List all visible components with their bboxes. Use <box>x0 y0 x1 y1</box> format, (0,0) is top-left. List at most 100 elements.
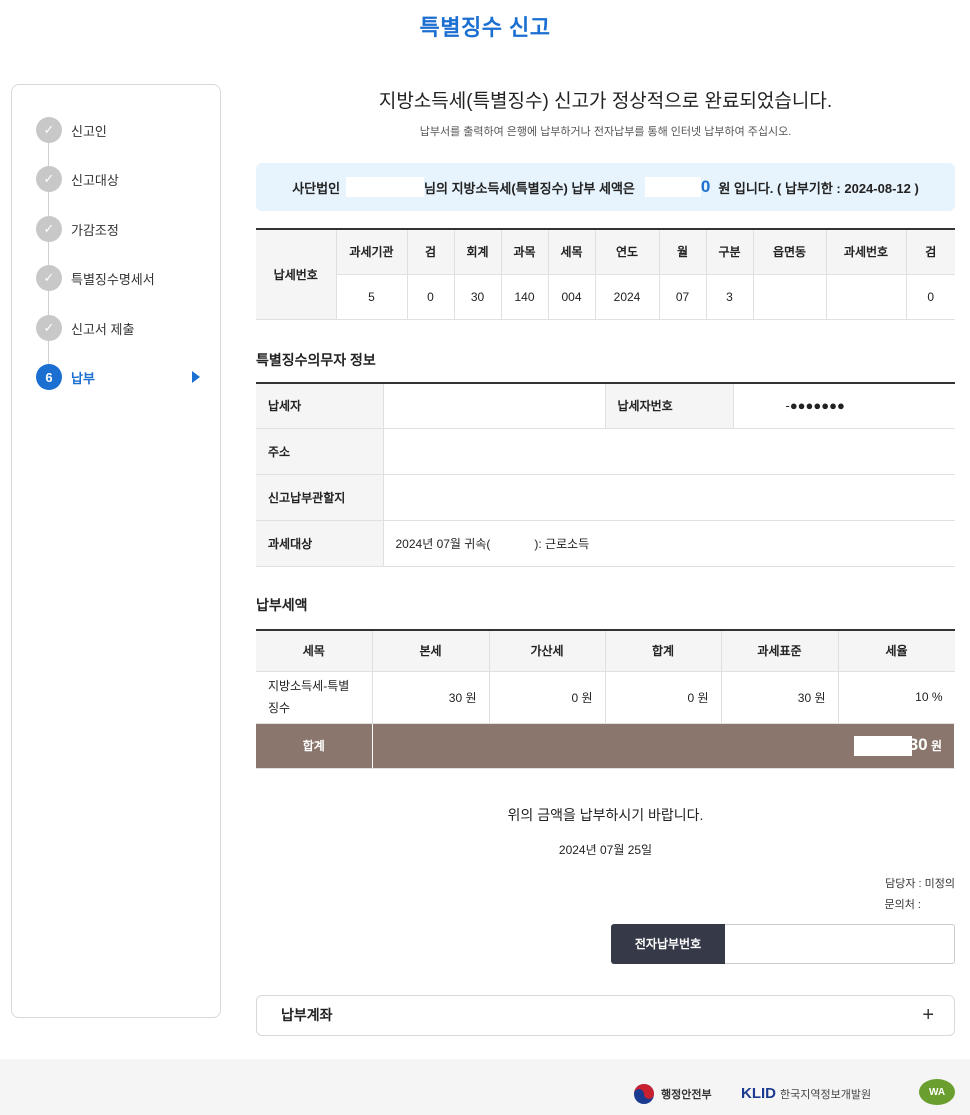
completion-subline: 납부서를 출력하여 은행에 납부하거나 전자납부를 통해 인터넷 납부하여 주십… <box>419 126 792 138</box>
check-icon: ✓ <box>36 265 62 291</box>
banner-suffix: 원 입니다. ( 납부기한 : 2024-08-12 ) <box>718 180 919 196</box>
table-cell: 0 원 <box>605 671 722 724</box>
table-cell: 5 <box>336 274 408 320</box>
check-icon: ✓ <box>36 216 62 242</box>
step-label: 납부 <box>71 370 95 386</box>
klid-logo: KLID 한국지역정보개발원 <box>741 1085 871 1102</box>
step-item-statement[interactable]: ✓ 특별징수명세서 <box>36 265 206 291</box>
table-header: 연도 <box>595 229 660 275</box>
main-content: 지방소득세(특별징수) 신고가 정상적으로 완료되었습니다. 납부서를 출력하여… <box>256 84 955 1036</box>
total-amount: 30 원 <box>372 723 955 769</box>
jurisdiction-value <box>383 474 955 521</box>
payment-notice: 위의 금액을 납부하시기 바랍니다. <box>507 806 704 823</box>
redacted-area <box>853 736 912 757</box>
tax-target-type: ): 근로소득 <box>534 537 590 551</box>
table-cell: 3 <box>706 274 754 320</box>
plus-icon: + <box>922 1003 934 1026</box>
table-header: 세목 <box>548 229 596 275</box>
step-sidebar: ✓ 신고인 ✓ 신고대상 ✓ 가감조정 ✓ 특별징수명세서 ✓ 신고서 제출 6… <box>11 84 221 1018</box>
step-item-adjustment[interactable]: ✓ 가감조정 <box>36 216 206 242</box>
table-cell <box>826 274 907 320</box>
table-header: 월 <box>659 229 707 275</box>
wa-certification-mark: WA <box>919 1079 955 1105</box>
banner-middle: 님의 지방소득세(특별징수) 납부 세액은 <box>424 180 635 196</box>
epay-number-box: 전자납부번호 <box>256 923 955 964</box>
step-item-target[interactable]: ✓ 신고대상 <box>36 166 206 192</box>
jurisdiction-label: 신고납부관할지 <box>256 474 384 521</box>
address-label: 주소 <box>256 428 384 475</box>
klid-brand: KLID <box>741 1085 776 1102</box>
obligor-info-table: 납세자 납세자번호 -●●●●●●● 주소 신고납부관할지 과세대상 2024년… <box>256 381 955 567</box>
banner-prefix: 사단법인 <box>292 180 341 196</box>
total-unit: 원 <box>930 738 942 753</box>
address-value <box>383 428 955 475</box>
step-label: 신고대상 <box>71 172 119 188</box>
contact-info: 담당자 : 미정의 문의처 : <box>256 874 955 916</box>
check-icon: ✓ <box>36 166 62 192</box>
payment-account-accordion[interactable]: 납부계좌 + <box>256 994 955 1036</box>
table-header: 과세번호 <box>826 229 907 275</box>
check-icon: ✓ <box>36 315 62 341</box>
step-label: 신고서 제출 <box>71 321 135 337</box>
total-label: 합계 <box>256 723 373 769</box>
taegeuk-icon <box>634 1084 654 1104</box>
total-value: 30 <box>908 734 928 754</box>
footer: 행정안전부 KLID 한국지역정보개발원 WA <box>0 1059 970 1115</box>
table-header: 과세표준 <box>721 630 839 672</box>
tax-target-value: 2024년 07월 귀속( ): 근로소득 <box>383 520 955 567</box>
step-item-submit[interactable]: ✓ 신고서 제출 <box>36 315 206 341</box>
redacted-name <box>346 177 425 197</box>
table-header: 구분 <box>706 229 754 275</box>
table-header: 세율 <box>838 630 955 672</box>
step-item-reporter[interactable]: ✓ 신고인 <box>36 117 206 143</box>
table-header: 합계 <box>605 630 722 672</box>
table-header: 읍면동 <box>753 229 827 275</box>
step-number: 6 <box>36 364 62 390</box>
table-cell <box>753 274 827 320</box>
contact-phone: 문의처 : <box>884 898 921 911</box>
step-item-payment[interactable]: 6 납부 <box>36 364 206 390</box>
table-cell: 0 <box>407 274 455 320</box>
tax-number-table: 납세번호 과세기관 검 회계 과목 세목 연도 월 구분 읍면동 과세번호 검 … <box>256 228 955 320</box>
tax-target-period: 2024년 07월 귀속( <box>395 537 491 551</box>
table-cell: 07 <box>659 274 707 320</box>
epay-number-value <box>725 923 955 964</box>
table-header: 가산세 <box>489 630 606 672</box>
mois-logo: 행정안전부 <box>633 1083 712 1105</box>
payment-table: 세목 본세 가산세 합계 과세표준 세율 지방소득세-특별징수 30 원 0 원… <box>256 629 955 769</box>
table-cell: 30 원 <box>372 671 490 724</box>
table-cell: 0 <box>906 274 955 320</box>
caret-right-icon <box>192 371 200 383</box>
payment-section-title: 납부세액 <box>256 597 308 613</box>
wa-mark-text: WA <box>919 1079 955 1105</box>
taxpayer-number-label: 납세자번호 <box>604 382 734 429</box>
table-cell: 0 원 <box>489 671 606 724</box>
table-cell: 10 % <box>838 671 955 724</box>
table-cell: 30 원 <box>721 671 839 724</box>
step-label: 가감조정 <box>71 222 119 238</box>
klid-logo-text: 한국지역정보개발원 <box>780 1088 872 1101</box>
report-date: 2024년 07월 25일 <box>558 842 653 857</box>
page-title: 특별징수 신고 <box>419 15 551 40</box>
table-cell: 30 <box>454 274 502 320</box>
mois-logo-text: 행정안전부 <box>661 1089 712 1101</box>
tax-number-label: 납세번호 <box>256 229 337 320</box>
contact-person: 담당자 : 미정의 <box>885 877 955 890</box>
banner-amount: 0 <box>700 177 711 196</box>
step-label: 특별징수명세서 <box>71 271 155 287</box>
completion-headline: 지방소득세(특별징수) 신고가 정상적으로 완료되었습니다. <box>378 91 833 112</box>
table-header: 과세기관 <box>336 229 408 275</box>
epay-number-label: 전자납부번호 <box>611 923 725 964</box>
tax-target-label: 과세대상 <box>256 520 384 567</box>
check-icon: ✓ <box>36 117 62 143</box>
table-cell: 지방소득세-특별징수 <box>256 671 373 724</box>
table-header: 검 <box>906 229 955 275</box>
table-cell: 140 <box>501 274 549 320</box>
table-header: 과목 <box>501 229 549 275</box>
redacted-area <box>644 177 701 197</box>
taxpayer-value <box>383 382 605 429</box>
accordion-title: 납부계좌 <box>281 1007 333 1023</box>
taxpayer-number-value: -●●●●●●● <box>733 382 955 429</box>
table-header: 검 <box>407 229 455 275</box>
table-header: 회계 <box>454 229 502 275</box>
